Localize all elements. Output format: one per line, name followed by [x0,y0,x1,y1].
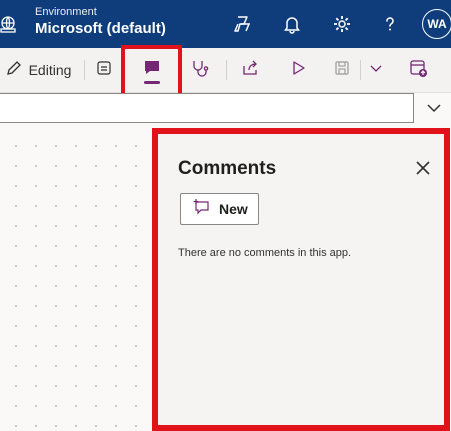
pane-title: Comments [178,158,277,179]
notes-button[interactable] [92,54,116,86]
formula-bar[interactable] [0,93,414,123]
new-button-label: New [219,201,248,217]
add-comment-icon [193,198,211,220]
editing-label: Editing [28,62,72,78]
environment-label: Environment [35,6,97,18]
app-canvas[interactable] [0,128,158,431]
save-button[interactable] [328,54,356,86]
more-options-button[interactable] [366,54,386,86]
divider [84,60,85,80]
copilot-icon[interactable] [226,8,258,40]
app-checker-button[interactable] [186,54,214,86]
gear-icon[interactable] [326,8,358,40]
play-button[interactable] [284,54,312,86]
share-button[interactable] [236,54,264,86]
publish-button[interactable] [404,54,432,86]
play-icon [288,58,308,83]
comments-button-highlight [121,45,182,99]
save-icon [332,58,352,83]
formula-expand-chevron-icon[interactable] [424,98,444,118]
app-checker-icon [190,58,210,83]
environment-icon[interactable] [0,14,22,34]
comments-pane: Comments New There are no comments in th… [152,128,450,431]
divider [360,60,361,80]
empty-state-message: There are no comments in this app. [178,247,352,259]
environment-name[interactable]: Microsoft (default) [35,20,166,37]
chevron-down-icon [369,61,383,80]
editing-button[interactable]: Editing [2,54,74,86]
avatar[interactable]: WA [422,9,451,39]
close-icon[interactable] [415,160,431,176]
notes-icon [95,59,113,82]
share-icon [240,58,260,83]
publish-icon [408,58,428,83]
command-bar: Editing [0,48,451,93]
bell-icon[interactable] [276,8,308,40]
pencil-icon [5,59,23,82]
divider [226,60,227,80]
help-icon[interactable] [374,8,406,40]
new-comment-button[interactable]: New [180,193,259,225]
environment-header: Environment Microsoft (default) WA [0,0,451,48]
